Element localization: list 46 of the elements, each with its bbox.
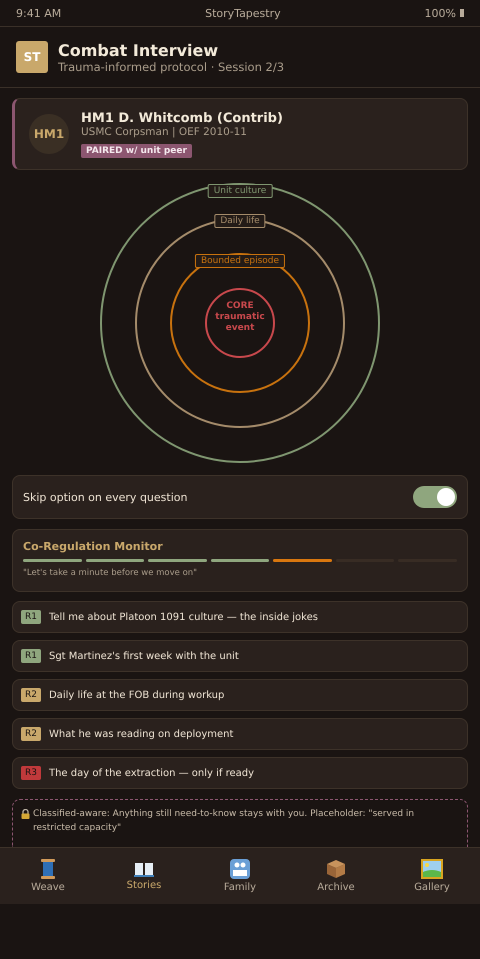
screen-subtitle: Trauma-informed protocol · Session 2/3 (58, 60, 284, 74)
app-logo: ST (16, 41, 48, 73)
ring-tag: R2 (21, 688, 41, 702)
battery-level: 100% (424, 6, 456, 20)
toggle-label: Skip option on every question (23, 490, 188, 504)
box-icon (326, 859, 346, 879)
question-text: The day of the extraction — only if ready (48, 768, 254, 778)
ring-label: Unit culture (208, 184, 272, 198)
contributor-role: USMC Corpsman | OEF 2010-11 (81, 126, 248, 138)
spool-icon (39, 859, 57, 879)
contributor-name: HM1 D. Whitcomb (Contrib) (81, 110, 283, 126)
avatar: HM1 (29, 114, 69, 154)
question-item[interactable]: R3 The day of the extraction — only if ready (12, 757, 468, 789)
question-text: Daily life at the FOB during workup (48, 690, 224, 700)
app-name: StoryTapestry (205, 6, 281, 20)
lock-icon (21, 809, 30, 819)
core-label: CORE traumatic event (214, 301, 266, 334)
notice-text: Classified-aware: Anything still need-to-know stays with you. Placeholder: "served in restricted capacity" (33, 808, 416, 835)
book-icon (134, 861, 154, 877)
nav-tab[interactable]: Family (192, 848, 288, 904)
monitor-quote: "Let's take a minute before we move on" (23, 568, 198, 578)
paired-badge: PAIRED w/ unit peer (81, 144, 192, 158)
ring-tag: R2 (21, 727, 41, 741)
question-text: Sgt Martinez's first week with the unit (48, 650, 239, 662)
monitor-title: Co-Regulation Monitor (23, 540, 164, 553)
nav-tab[interactable]: Gallery (384, 848, 480, 904)
question-item[interactable]: R2 What he was reading on deployment (12, 718, 468, 750)
screen-title: Combat Interview (58, 40, 220, 60)
question-text: What he was reading on deployment (48, 728, 234, 740)
toggle-switch[interactable] (413, 486, 457, 508)
ring-label: Daily life (214, 214, 266, 228)
ring-tag: R1 (21, 649, 41, 663)
status-time: 9:41 AM (16, 6, 62, 20)
nav-tab[interactable]: Stories (96, 848, 192, 904)
question-text: Tell me about Platoon 1091 culture — the inside jokes (48, 612, 318, 622)
question-item[interactable]: R1 Tell me about Platoon 1091 culture — the inside jokes (12, 601, 468, 633)
nav-tab[interactable]: Weave (0, 848, 96, 904)
ring-tag: R1 (21, 610, 41, 624)
question-item[interactable]: R1 Sgt Martinez's first week with the unit (12, 640, 468, 672)
question-item[interactable]: R2 Daily life at the FOB during workup (12, 679, 468, 711)
family-icon (230, 859, 250, 879)
battery-icon (460, 9, 464, 17)
nav-tab[interactable]: Archive (288, 848, 384, 904)
ring-label: Bounded episode (194, 254, 286, 268)
ring-tag: R3 (21, 766, 41, 780)
framed-picture-icon (421, 859, 443, 879)
